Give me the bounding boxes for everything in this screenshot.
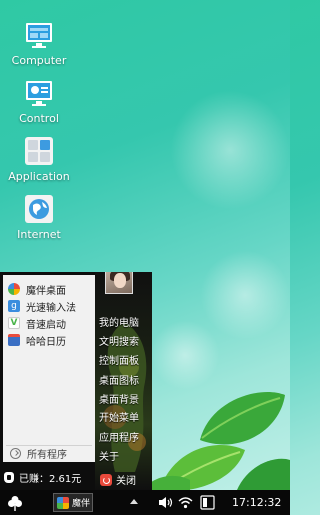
menu-link-about[interactable]: 关于: [99, 448, 119, 463]
wallpaper-bokeh: [200, 250, 290, 340]
app-item-label: 音速启动: [26, 319, 66, 331]
battery-icon[interactable]: [200, 495, 216, 510]
menu-link-control-panel[interactable]: 控制面板: [99, 352, 139, 367]
app-item-label: 光速输入法: [26, 302, 76, 314]
launcher-v-icon: V: [8, 317, 20, 329]
wifi-icon[interactable]: [178, 496, 193, 509]
calendar-icon: [8, 334, 20, 346]
menu-link-desktop-background[interactable]: 桌面背景: [99, 391, 139, 406]
desktop-icon-label: Computer: [11, 54, 67, 67]
app-item-input-method[interactable]: g 光速输入法: [8, 298, 76, 314]
tray-expand-arrow-icon[interactable]: [130, 499, 138, 504]
start-menu-apps-panel: 魔伴桌面 g 光速输入法 V 音速启动 哈哈日历 所有程序: [3, 275, 95, 462]
internet-globe-icon: [25, 195, 53, 223]
user-avatar[interactable]: [105, 272, 133, 294]
taskbar: 魔伴 17:12:32: [0, 490, 290, 515]
app-item-label: 哈哈日历: [26, 336, 66, 348]
computer-icon: [26, 23, 52, 48]
arrow-right-circle-icon: [10, 448, 21, 459]
app-item-calendar[interactable]: 哈哈日历: [8, 332, 66, 348]
volume-icon[interactable]: [158, 496, 174, 509]
all-programs-label: 所有程序: [27, 450, 67, 461]
application-icon: [25, 137, 53, 165]
start-menu-links-panel: 我的电脑 文明搜索 控制面板 桌面图标 桌面背景 开始菜单 应用程序 关于 关闭: [95, 272, 152, 490]
taskbar-app-label: 魔伴: [72, 499, 91, 509]
input-method-icon: g: [8, 300, 20, 312]
desktop-icon-label: Control: [19, 112, 59, 125]
desktop-icon-control[interactable]: Control: [8, 78, 70, 125]
shutdown-label: 关闭: [116, 476, 136, 487]
clock: 17:12:32: [232, 496, 282, 509]
desktop-icon-computer[interactable]: Computer: [8, 20, 70, 67]
menu-link-start-menu[interactable]: 开始菜单: [99, 409, 139, 424]
menu-link-applications[interactable]: 应用程序: [99, 429, 139, 444]
power-icon: [100, 473, 112, 486]
app-item-label: 魔伴桌面: [26, 285, 66, 297]
desktop-icon-application[interactable]: Application: [8, 136, 70, 183]
mobanzhuomian-icon: [8, 283, 20, 295]
shutdown-button[interactable]: 关闭: [100, 472, 136, 487]
desktop-icon-label: Internet: [17, 228, 61, 241]
app-item-launcher[interactable]: V 音速启动: [8, 315, 66, 331]
wallpaper-bokeh: [170, 90, 290, 210]
money-bag-icon: [4, 472, 14, 483]
desktop-icon-internet[interactable]: Internet: [8, 194, 70, 241]
start-menu: 魔伴桌面 g 光速输入法 V 音速启动 哈哈日历 所有程序 已赚：2.61元 我…: [0, 272, 152, 490]
menu-link-my-computer[interactable]: 我的电脑: [99, 314, 139, 329]
desktop-icon-label: Application: [8, 170, 70, 183]
control-panel-icon: [26, 81, 52, 106]
start-clover-icon[interactable]: [7, 495, 23, 511]
menu-link-search[interactable]: 文明搜索: [99, 333, 139, 348]
earned-amount: 已赚：2.61元: [4, 470, 81, 485]
earned-label: 已赚：2.61元: [19, 474, 82, 485]
wallpaper-leaves: [140, 392, 290, 495]
taskbar-app-button[interactable]: 魔伴: [53, 493, 93, 512]
all-programs-button[interactable]: 所有程序: [6, 445, 92, 461]
app-item-mobanzhuomian[interactable]: 魔伴桌面: [8, 281, 66, 297]
mobanzhuomian-icon: [57, 496, 69, 509]
menu-link-desktop-icons[interactable]: 桌面图标: [99, 372, 139, 387]
